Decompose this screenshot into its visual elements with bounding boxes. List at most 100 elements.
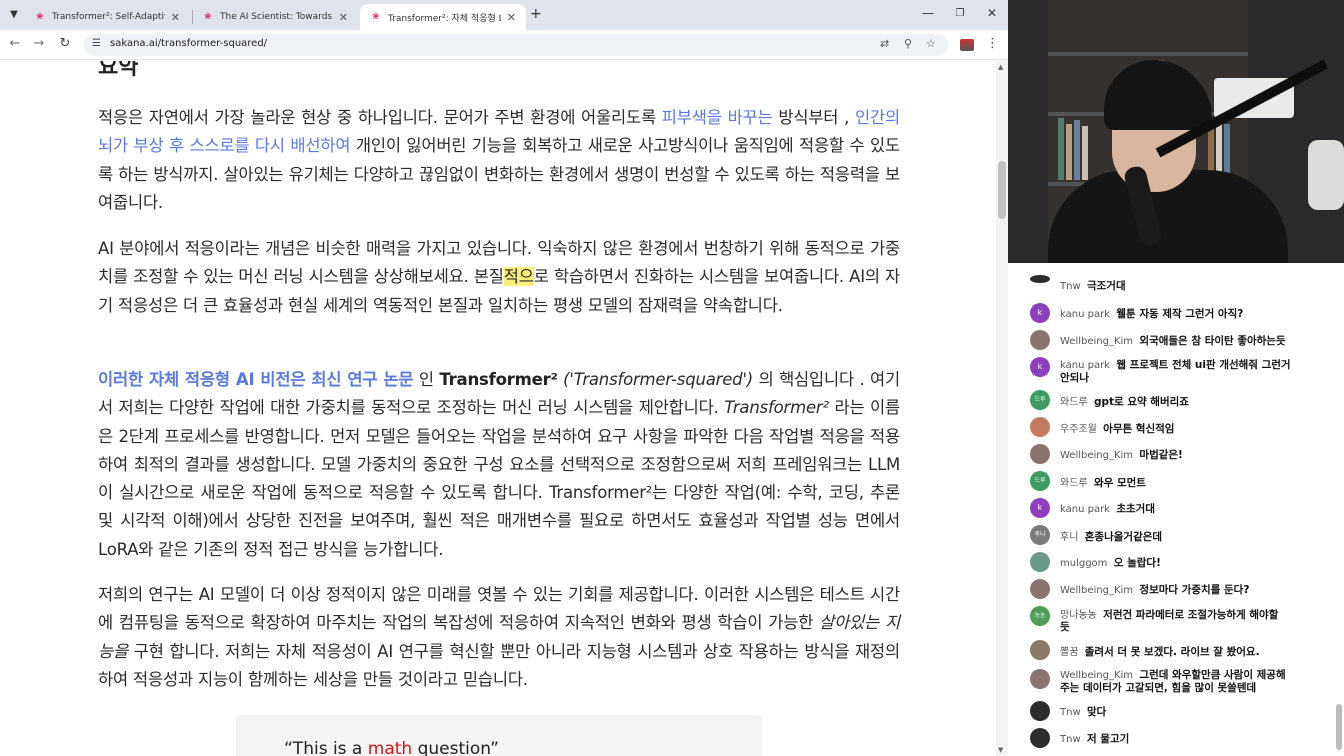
highlighted-text: 적으 [503,267,534,287]
chat-text: gpt로 요약 해버리죠 [1093,396,1189,408]
chevron-down-icon[interactable]: ▼ [6,7,22,23]
stream-overlay: Tnw 극조거대 k kanu park 웰툰 자동 제작 그런거 아직? We… [1008,0,1344,756]
chat-username: 후니 [1060,532,1079,543]
avatar [1030,669,1050,689]
profile-icon[interactable] [960,39,974,51]
scroll-down-icon[interactable]: ▼ [998,746,1003,754]
chat-text: 오 놀랍다! [1113,557,1161,569]
scroll-thumb[interactable] [998,161,1006,219]
chat-panel: Tnw 극조거대 k kanu park 웰툰 자동 제작 그런거 아직? We… [1008,263,1344,756]
paragraph-3: 이러한 자체 적응형 AI 비전은 최신 연구 논문 인 Transformer… [98,370,901,559]
avatar [1030,417,1050,437]
avatar: 후니 [1030,525,1050,545]
paragraph-1: 적응은 자연에서 가장 놀라운 현상 중 하나입니다. 문어가 주변 환경에 어… [98,108,900,212]
avatar [1030,701,1050,721]
chat-text: 웹 프로젝트 전체 ui판 개선해줘 그런거 [1116,359,1291,371]
chat-username: 와드루 [1060,397,1088,408]
chat-username: kanu park [1060,309,1110,320]
chat-text: 마법같은! [1139,449,1183,461]
translate-icon[interactable]: ⇄ [880,37,889,50]
star-icon[interactable]: ☆ [926,37,936,50]
chat-username: Wellbeing_Kim [1060,336,1134,347]
kebab-icon[interactable]: ⋮ [986,36,999,51]
chat-username: mulggom [1060,558,1108,569]
link-skin-color[interactable]: 피부색을 바꾸는 [662,108,773,127]
chat-text-continued: 안되나 [1060,372,1089,384]
page-content: 요약 적응은 자연에서 가장 놀라운 현상 중 하나입니다. 문어가 주변 환경… [0,61,996,756]
chat-username: 우주조월 [1060,424,1097,435]
close-icon[interactable]: ✕ [171,11,180,24]
address-bar[interactable]: ☰ sakana.ai/transformer-squared/ ⇄ ⚲ ☆ [84,34,948,56]
paragraph-2: AI 분야에서 적응이라는 개념은 비슷한 매력을 가지고 있습니다. 익숙하지… [98,239,900,315]
book [1058,118,1064,180]
fish-icon: ❀ [204,12,212,22]
restore-icon[interactable]: ❐ [950,8,970,19]
book [1082,126,1088,180]
chat-username: 뽈꿈 [1060,647,1079,658]
reload-icon[interactable]: ↻ [56,36,74,51]
close-icon[interactable]: ✕ [507,11,516,24]
chat-text: 졸려서 더 못 보겠다. 라이브 잘 봤어요. [1084,646,1260,658]
section-heading: 요약 [98,61,139,80]
avatar: 드루 [1030,390,1050,410]
fish-icon: ❀ [36,12,44,22]
avatar [1030,579,1050,599]
shelf-board [1048,52,1248,56]
avatar: k [1030,357,1050,377]
book [1074,120,1080,180]
chat-scrollbar[interactable] [1336,704,1342,750]
chat-text: 극조거대 [1086,280,1126,292]
tab-ai-scientist[interactable]: ❀ The AI Scientist: Towards Fully ✕ [192,4,358,30]
tab-transformer-squared-ko[interactable]: ❀ Transformer²: 자체 적응형 LLM ✕ [360,4,526,30]
navigation-toolbar: ← → ↻ ☰ sakana.ai/transformer-squared/ ⇄… [0,30,1008,60]
close-window-icon[interactable]: ✕ [982,6,1002,20]
chat-text: 저런건 파라메터로 조절가능하게 해야할 [1103,609,1279,621]
chat-text: 초초거대 [1116,503,1155,515]
avatar [1030,728,1050,748]
chat-username: Tnw [1060,707,1081,718]
avatar [1030,640,1050,660]
chat-text: 저 물고기 [1086,733,1130,745]
tab-title: Transformer²: Self-Adaptive LL [52,12,165,22]
arrow-right-icon[interactable]: → [30,36,48,51]
chat-username: Wellbeing_Kim [1060,585,1134,596]
link-research-paper[interactable]: 이러한 자체 적응형 AI 비전은 최신 연구 논문 [98,370,414,389]
zoom-icon[interactable]: ⚲ [904,37,912,50]
webcam-feed [1008,0,1344,263]
tab-strip: ▼ ❀ Transformer²: Self-Adaptive LL ✕ ❀ T… [0,0,1008,30]
avatar [1030,552,1050,572]
minimize-icon[interactable]: — [918,6,938,20]
chat-username: Tnw [1060,281,1081,292]
chat-text: 맞다 [1086,706,1107,718]
chat-text-continued: 주는 데이터가 고갈되면, 힘을 많이 못쓸텐데 [1060,682,1257,694]
page-scrollbar[interactable]: ▲ ▼ [996,61,1008,756]
figure-card: “This is a math question” [236,715,762,756]
chat-username: Tnw [1060,734,1081,745]
tab-transformer-squared-en[interactable]: ❀ Transformer²: Self-Adaptive LL ✕ [24,4,190,30]
headphone-stand [1308,140,1344,210]
avatar [1030,330,1050,350]
plus-icon[interactable]: + [530,6,542,22]
close-icon[interactable]: ✕ [339,11,348,24]
fish-icon: ❀ [372,12,380,22]
tab-title: Transformer²: 자체 적응형 LLM [388,13,501,24]
arrow-left-icon[interactable]: ← [6,36,24,51]
avatar [1030,275,1050,283]
book [1066,124,1072,180]
figure-caption: “This is a math question” [284,739,499,756]
url-text: sakana.ai/transformer-squared/ [110,38,268,49]
tune-icon[interactable]: ☰ [92,38,101,49]
scroll-up-icon[interactable]: ▲ [998,63,1003,71]
avatar [1030,444,1050,464]
avatar: 농농 [1030,606,1050,626]
chat-text: 정보마다 가중치를 둔다? [1139,584,1250,596]
chat-username: Wellbeing_Kim [1060,450,1134,461]
chat-username: 와드루 [1060,478,1088,489]
chat-username: kanu park [1060,504,1110,515]
avatar: k [1030,303,1050,323]
chat-text: 웰툰 자동 제작 그런거 아직? [1116,308,1244,320]
avatar: k [1030,498,1050,518]
chat-text: 혼종나올거같은데 [1084,531,1163,543]
chat-text-continued: 듯 [1060,621,1070,633]
avatar: 드루 [1030,471,1050,491]
